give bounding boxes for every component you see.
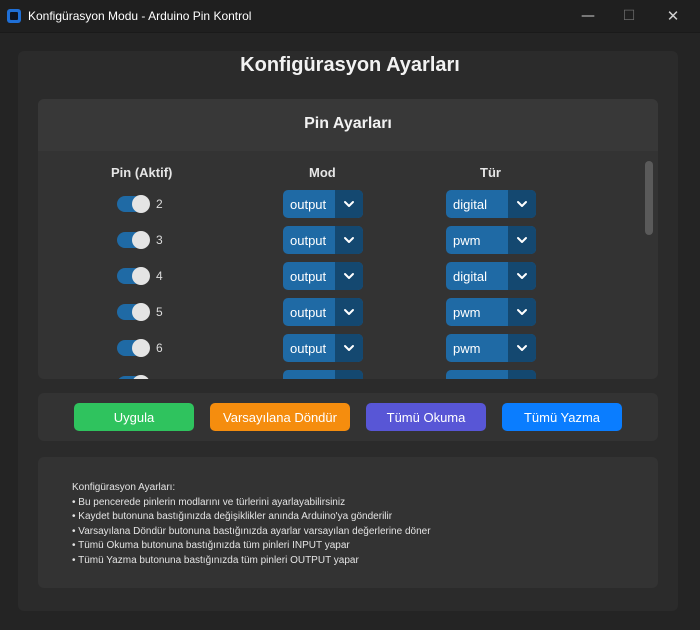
pin-row: 3 output pwm [38,225,638,254]
chevron-down-icon[interactable] [508,334,536,362]
info-line: • Tümü Okuma butonuna bastığınızda tüm p… [72,540,350,551]
type-dropdown[interactable]: pwm [446,334,536,362]
pin-active-switch[interactable] [117,339,150,357]
title-bar: Konfigürasyon Modu - Arduino Pin Kontrol… [0,0,700,33]
pin-active-switch[interactable] [117,231,150,249]
type-dropdown[interactable]: digital [446,262,536,290]
mode-value: output [290,269,327,284]
pin-active-switch[interactable] [117,267,150,285]
pin-active-switch[interactable] [117,303,150,321]
info-line: • Tümü Yazma butonuna bastığınızda tüm p… [72,554,359,566]
column-header-mode: Mod [309,165,336,180]
pin-row: 5 output pwm [38,297,638,326]
pin-row [38,369,638,379]
type-value: pwm [453,305,481,320]
mode-dropdown[interactable]: output [283,190,363,218]
switch-knob [132,231,150,249]
mode-dropdown[interactable] [283,370,363,379]
type-value: pwm [453,233,481,248]
mode-dropdown[interactable]: output [283,226,363,254]
reset-defaults-button[interactable]: Varsayılana Döndür [210,403,350,431]
chevron-down-icon[interactable] [335,370,363,379]
mode-value: output [290,305,327,320]
chevron-down-icon[interactable] [508,190,536,218]
mode-dropdown[interactable]: output [283,334,363,362]
chevron-down-icon[interactable] [335,262,363,290]
pin-settings-panel: Pin Ayarları Pin (Aktif) Mod Tür 2 output… [38,99,658,379]
pin-number: 2 [156,197,163,211]
type-value: pwm [453,341,481,356]
chevron-down-icon[interactable] [508,226,536,254]
pin-row: 2 output digital [38,189,638,218]
switch-knob [132,303,150,321]
chevron-down-icon[interactable] [335,190,363,218]
pin-number: 5 [156,305,163,319]
pin-row: 6 output pwm [38,333,638,362]
mode-value: output [290,233,327,248]
chevron-down-icon[interactable] [508,370,536,379]
write-all-button[interactable]: Tümü Yazma [502,403,622,431]
info-line: • Kaydet butonuna bastığınızda değişikli… [72,511,393,522]
chevron-down-icon[interactable] [335,226,363,254]
app-icon [7,9,21,23]
column-header-pin: Pin (Aktif) [111,165,173,180]
page-title: Konfigürasyon Ayarları [240,54,460,76]
switch-knob [132,375,150,379]
switch-knob [132,267,150,285]
column-header-type: Tür [480,165,501,180]
mode-value: output [290,197,327,212]
maximize-button[interactable]: ☐ [606,0,652,32]
action-button-bar: Uygula Varsayılana Döndür Tümü Okuma Tüm… [38,393,658,441]
pin-number: 6 [156,341,163,355]
type-dropdown[interactable]: digital [446,190,536,218]
chevron-down-icon[interactable] [508,298,536,326]
chevron-down-icon[interactable] [335,298,363,326]
pin-row: 4 output digital [38,261,638,290]
pin-active-switch[interactable] [117,195,150,213]
info-line: • Bu pencerede pinlerin modlarını ve tür… [72,496,346,508]
pin-panel-title: Pin Ayarları [304,115,392,132]
pin-number: 3 [156,233,163,247]
info-line: Konfigürasyon Ayarları: [72,482,176,493]
minimize-button[interactable]: — [565,0,611,32]
switch-knob [132,339,150,357]
pin-panel-header: Pin Ayarları [38,99,658,151]
read-all-button[interactable]: Tümü Okuma [366,403,486,431]
mode-dropdown[interactable]: output [283,262,363,290]
mode-dropdown[interactable]: output [283,298,363,326]
scrollbar-thumb[interactable] [645,161,653,235]
chevron-down-icon[interactable] [335,334,363,362]
pin-number: 4 [156,269,163,283]
pin-active-switch[interactable] [117,375,150,379]
switch-knob [132,195,150,213]
type-dropdown[interactable]: pwm [446,298,536,326]
info-line: • Varsayılana Döndür butonuna bastığınız… [72,525,431,537]
chevron-down-icon[interactable] [508,262,536,290]
type-value: digital [453,197,487,212]
mode-value: output [290,341,327,356]
close-button[interactable]: ✕ [650,0,696,32]
type-value: digital [453,269,487,284]
info-panel: Konfigürasyon Ayarları: • Bu pencerede pi… [38,457,658,588]
apply-button[interactable]: Uygula [74,403,194,431]
type-dropdown[interactable]: pwm [446,226,536,254]
info-text: Konfigürasyon Ayarları: • Bu pencerede pi… [72,481,431,568]
window-title: Konfigürasyon Modu - Arduino Pin Kontrol [28,9,252,23]
type-dropdown[interactable] [446,370,536,379]
